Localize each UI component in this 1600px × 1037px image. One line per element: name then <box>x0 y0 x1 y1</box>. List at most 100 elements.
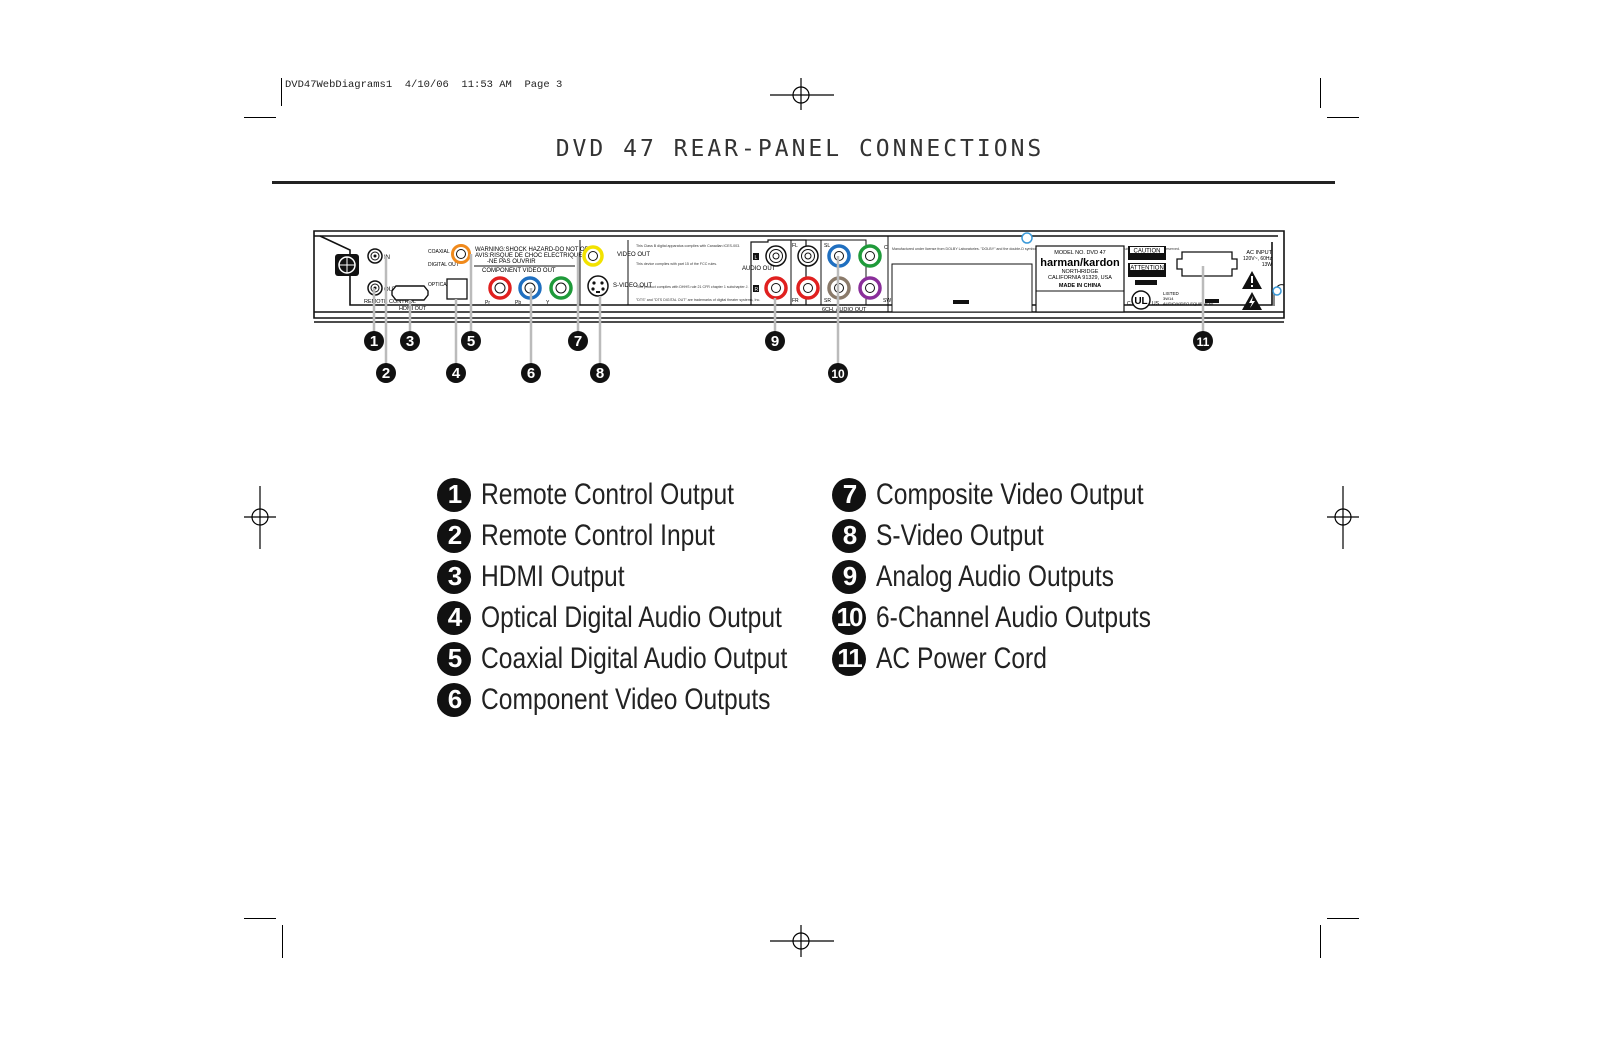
digital-out-label: DIGITAL OUT <box>428 262 459 268</box>
legend-label: HDMI Output <box>481 559 625 593</box>
callout-number-badge: 6 <box>437 682 471 717</box>
registration-mark-left <box>244 486 276 549</box>
legend-item: 8 S-Video Output <box>832 515 1211 556</box>
audio-r-jack <box>764 276 788 300</box>
shock-hazard-icon <box>1242 292 1262 310</box>
legend-item: 6 Component Video Outputs <box>437 679 855 720</box>
legend-item: 2 Remote Control Input <box>437 515 855 556</box>
video-out-label: VIDEO OUT <box>617 252 650 258</box>
callout-marker: 6 <box>521 363 541 383</box>
fcc-notice-2: This device complies with part 15 of the… <box>636 262 717 266</box>
c-jack <box>858 244 882 268</box>
legend-label: S-Video Output <box>876 518 1044 552</box>
fr-label: FR <box>792 298 799 304</box>
callouts: 123 45 6 78 9 10 11 <box>364 331 1213 383</box>
callout-number-badge: 4 <box>437 600 471 635</box>
pb-label: Pb <box>515 300 521 306</box>
compliance-notices: This Class B digital apparatus complies … <box>636 244 760 302</box>
coaxial-label: COAXIAL <box>428 249 450 255</box>
warning-triangle-icon <box>1242 271 1262 289</box>
legend-item: 4 Optical Digital Audio Output <box>437 597 855 638</box>
callout-number-badge: 7 <box>832 477 866 512</box>
callout-number-badge: 10 <box>832 600 866 635</box>
callout-number-badge: 5 <box>437 641 471 676</box>
callout-number-badge: 11 <box>832 641 866 676</box>
legend-label: Composite Video Output <box>876 477 1144 511</box>
fl-label: FL <box>792 243 798 249</box>
s-video-jack <box>587 275 609 297</box>
callout-number: 5 <box>467 333 475 350</box>
legend-item: 7 Composite Video Output <box>832 474 1211 515</box>
legend-label: Optical Digital Audio Output <box>481 600 782 634</box>
callout-marker: 2 <box>376 363 396 383</box>
dts-notice: "DTS" and "DTS DIGITAL OUT" are trademar… <box>636 298 760 302</box>
fcc-notice-3: This product complies with DHHS rule 21 … <box>636 285 748 289</box>
hdmi-port <box>391 285 429 301</box>
callout-marker: 4 <box>446 363 466 383</box>
callout-number: 3 <box>406 333 414 350</box>
coaxial-jack <box>451 244 471 264</box>
hdmi-out-label: HDMI OUT <box>399 306 427 312</box>
callout-marker: 11 <box>1193 331 1213 351</box>
callout-marker: 1 <box>364 331 384 351</box>
sw-label: SW <box>883 298 891 304</box>
callout-number: 9 <box>771 333 779 350</box>
accent-ring <box>1272 286 1282 296</box>
attention-label: ATTENTION <box>1130 266 1164 272</box>
pr-jack <box>488 276 512 300</box>
legend-left: 1 Remote Control Output 2 Remote Control In… <box>437 474 855 720</box>
c-label: C <box>884 245 888 251</box>
fl-jack <box>797 245 819 267</box>
ul-c-label: C <box>1127 301 1131 307</box>
pr-label: Pr <box>485 300 490 306</box>
remote-in-jack <box>367 248 383 264</box>
legend-label: Component Video Outputs <box>481 682 771 716</box>
legend-label: Remote Control Output <box>481 477 734 511</box>
left-label: L <box>755 255 758 261</box>
right-label: R <box>755 287 759 293</box>
callout-number-badge: 1 <box>437 477 471 512</box>
label-plate <box>891 263 1033 313</box>
sr-label: SR <box>824 298 831 304</box>
brand-name: harman/kardon <box>1040 257 1120 269</box>
composite-video-jack <box>582 245 604 267</box>
legend-item: 5 Coaxial Digital Audio Output <box>437 638 855 679</box>
callout-marker: 3 <box>400 331 420 351</box>
callout-marker: 9 <box>765 331 785 351</box>
callout-number: 4 <box>452 365 461 382</box>
legend-right: 7 Composite Video Output 8 S-Video Output 9 A… <box>832 474 1211 679</box>
callout-number-badge: 3 <box>437 559 471 594</box>
legend-label: Remote Control Input <box>481 518 715 552</box>
six-ch-audio-out-label: 6CH. AUDIO OUT <box>822 307 867 313</box>
sw-jack <box>858 276 882 300</box>
legend-label: Coaxial Digital Audio Output <box>481 641 788 675</box>
legend-label: Analog Audio Outputs <box>876 559 1114 593</box>
callout-marker: 5 <box>461 331 481 351</box>
callout-number: 10 <box>831 367 845 381</box>
legend-item: 10 6-Channel Audio Outputs <box>832 597 1211 638</box>
ul-us-label: US <box>1152 301 1160 307</box>
callout-number-badge: 8 <box>832 518 866 553</box>
legend-item: 11 AC Power Cord <box>832 638 1211 679</box>
component-video-out-label: COMPONENT VIDEO OUT <box>482 268 556 274</box>
network-port-icon <box>335 254 359 276</box>
callout-number-badge: 9 <box>832 559 866 594</box>
callout-marker: 10 <box>828 363 848 383</box>
svg-text:UL: UL <box>1134 296 1147 307</box>
model-number: MODEL NO. DVD 47 <box>1054 250 1105 256</box>
callout-number: 6 <box>527 365 535 382</box>
ul-listed-mark: UL C US LISTED 3W14 AUDIO/VIDEO EQUIPMEN… <box>1127 290 1215 310</box>
legend-item: 1 Remote Control Output <box>437 474 855 515</box>
callout-number: 1 <box>370 333 378 350</box>
state-label: CALIFORNIA 91329, USA <box>1048 275 1112 281</box>
legend-label: AC Power Cord <box>876 641 1047 675</box>
legend-item: 9 Analog Audio Outputs <box>832 556 1211 597</box>
legend-item: 3 HDMI Output <box>437 556 855 597</box>
callout-number: 7 <box>574 333 582 350</box>
fr-jack <box>796 276 820 300</box>
made-in-label: MADE IN CHINA <box>1059 283 1101 289</box>
audio-out-label: AUDIO OUT <box>742 266 776 272</box>
callout-number: 2 <box>382 365 390 382</box>
fcc-notice-1: This Class B digital apparatus complies … <box>636 244 740 248</box>
callout-number: 8 <box>596 365 604 382</box>
